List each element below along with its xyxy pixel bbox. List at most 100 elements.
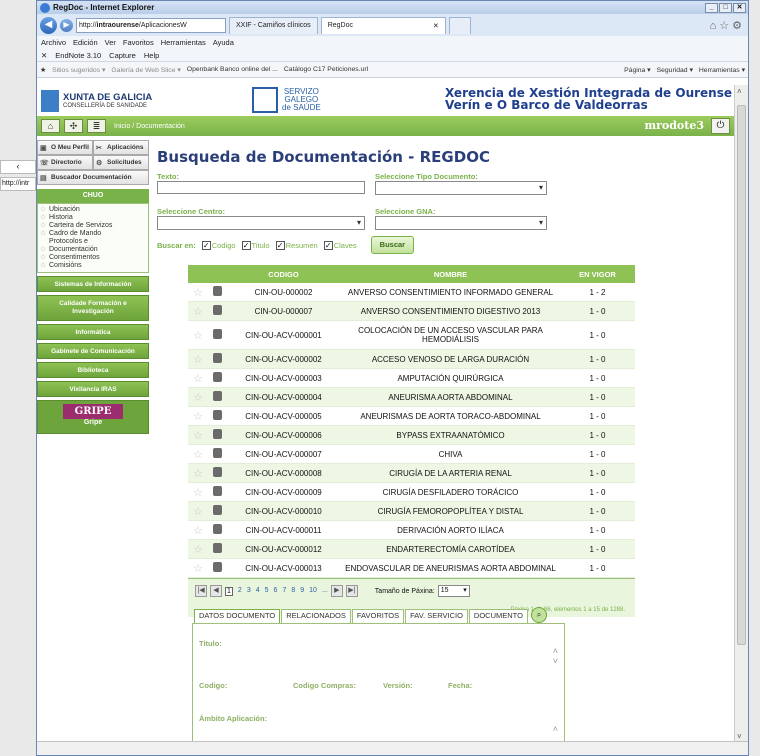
document-icon[interactable]: [208, 505, 226, 517]
document-icon[interactable]: [208, 353, 226, 365]
next-page-button[interactable]: ▶: [330, 585, 343, 597]
tab-favoritos[interactable]: FAVORITOS: [351, 609, 405, 623]
tab-relacionados[interactable]: RELACIONADOS: [281, 609, 351, 623]
gna-select[interactable]: [375, 216, 547, 230]
table-row[interactable]: ☆ CIN-OU-ACV-000002 ACCESO VENOSO DE LARGA…: [188, 350, 635, 369]
col-codigo[interactable]: CODIGO: [226, 270, 341, 279]
tab-caminos[interactable]: XXIF - Camiños clínicos: [229, 16, 318, 34]
gripe-banner[interactable]: GRIPE Gripe: [37, 400, 149, 434]
tab-fav-servicio[interactable]: FAV. SERVICIO: [405, 609, 468, 623]
document-icon[interactable]: [208, 524, 226, 536]
document-icon[interactable]: [208, 329, 226, 341]
chuo-consentimentos[interactable]: Consentimentos: [40, 254, 146, 262]
page-number-link[interactable]: 5: [265, 587, 269, 596]
favorite-star-icon[interactable]: ☆: [188, 543, 208, 556]
sidebar-solicitudes[interactable]: ⚙ Solicitudes: [93, 155, 149, 170]
sidebar-meu-perfil[interactable]: ▣ O Meu Perfil: [37, 140, 93, 155]
page-number-link[interactable]: 4: [256, 587, 260, 596]
document-icon[interactable]: [208, 543, 226, 555]
close-button[interactable]: ✕: [733, 2, 746, 13]
favorite-star-icon[interactable]: ☆: [188, 486, 208, 499]
page-number-link[interactable]: 9: [300, 587, 304, 596]
page-scrollbar[interactable]: ˄ ˅: [734, 85, 748, 743]
document-icon[interactable]: [208, 562, 226, 574]
document-icon[interactable]: [208, 448, 226, 460]
tab-datos-documento[interactable]: DATOS DOCUMENTO: [194, 609, 281, 623]
fav-sitios[interactable]: Sitios sugeridos ▾: [52, 66, 105, 74]
page-number-link[interactable]: 2: [238, 587, 242, 596]
centro-select[interactable]: [157, 216, 365, 230]
chuo-historia[interactable]: Historia: [40, 214, 146, 222]
tools-menu[interactable]: Herramientas ▾: [699, 66, 745, 74]
fav-catalogo[interactable]: Catálogo C17 Peticiones.url: [284, 66, 368, 73]
address-input[interactable]: http://intraourense/AplicacionesW: [76, 17, 226, 33]
first-page-button[interactable]: |◀: [195, 585, 207, 597]
page-number-link[interactable]: 3: [247, 587, 251, 596]
fav-galeria[interactable]: Galería de Web Slice ▾: [111, 66, 180, 74]
favorite-star-icon[interactable]: ☆: [188, 429, 208, 442]
back-arrow-icon[interactable]: ‹: [0, 160, 36, 174]
security-menu[interactable]: Seguridad ▾: [657, 66, 693, 74]
scroll-down-icon[interactable]: ˅: [737, 732, 742, 741]
favorite-star-icon[interactable]: ☆: [188, 524, 208, 537]
col-en-vigor[interactable]: EN VIGOR: [560, 270, 635, 279]
menu-ver[interactable]: Ver: [105, 38, 116, 47]
new-tab-button[interactable]: [448, 16, 471, 34]
table-row[interactable]: ☆ CIN-OU-000007 ANVERSO CONSENTIMIENTO DIG…: [188, 302, 635, 321]
favorite-star-icon[interactable]: ☆: [188, 448, 208, 461]
endnote-button[interactable]: EndNote 3.10: [55, 51, 101, 60]
scroll-up-icon[interactable]: ˄: [553, 646, 558, 656]
document-icon[interactable]: [208, 391, 226, 403]
chuo-comisions[interactable]: Comisións: [40, 262, 146, 270]
menu-herramientas[interactable]: Herramientas: [161, 38, 206, 47]
chuo-ubicacion[interactable]: Ubicación: [40, 206, 146, 214]
favorite-star-icon[interactable]: ☆: [188, 329, 208, 342]
fav-openbank[interactable]: Openbank Banco online del ...: [187, 66, 278, 73]
table-row[interactable]: ☆ CIN-OU-ACV-000009 CIRUGÍA DESFILADERO TO…: [188, 483, 635, 502]
help-button[interactable]: Help: [144, 51, 159, 60]
search-icon[interactable]: ⌕: [530, 607, 547, 623]
menu-archivo[interactable]: Archivo: [41, 38, 66, 47]
page-number-link[interactable]: 1: [225, 586, 233, 596]
menu-informatica[interactable]: Informática: [37, 324, 149, 340]
scroll-thumb[interactable]: [737, 105, 746, 645]
page-number-link[interactable]: ...: [322, 587, 328, 596]
favorite-star-icon[interactable]: ☆: [188, 467, 208, 480]
menu-gabinete[interactable]: Gabinete de Comunicación: [37, 343, 149, 359]
page-menu[interactable]: Página ▾: [624, 66, 650, 74]
check-resumen[interactable]: ✓ Resumen: [275, 240, 318, 250]
buscar-button[interactable]: Buscar: [370, 236, 415, 254]
table-row[interactable]: ☆ CIN-OU-ACV-000003 AMPUTACIÓN QUIRÚRGICA 1…: [188, 369, 635, 388]
minimize-button[interactable]: _: [705, 2, 718, 13]
page-number-link[interactable]: 7: [282, 587, 286, 596]
check-titulo[interactable]: ✓ Titulo: [241, 240, 270, 250]
prev-page-button[interactable]: ◀: [210, 585, 222, 597]
tipo-documento-select[interactable]: [375, 181, 547, 195]
sitemap-icon[interactable]: ✣: [64, 119, 83, 133]
sidebar-aplicacions[interactable]: ✂ Aplicacións: [93, 140, 149, 155]
favorite-star-icon[interactable]: ☆: [188, 391, 208, 404]
table-row[interactable]: ☆ CIN-OU-ACV-000010 CIRUGÍA FEMOROPOPLÍTEA…: [188, 502, 635, 521]
favorite-star-icon[interactable]: ☆: [188, 410, 208, 423]
document-icon[interactable]: [208, 429, 226, 441]
menu-calidade[interactable]: Calidade Formación e Investigación: [37, 295, 149, 321]
col-nombre[interactable]: NOMBRE: [341, 270, 560, 279]
home-icon[interactable]: ⌂: [41, 119, 60, 133]
home-star-gear-icons[interactable]: ⌂☆⚙: [710, 19, 745, 32]
menu-favoritos[interactable]: Favoritos: [123, 38, 154, 47]
document-icon[interactable]: [208, 372, 226, 384]
list-icon[interactable]: ≣: [87, 119, 106, 133]
chuo-documentacion[interactable]: Documentación: [40, 246, 146, 254]
menu-edicion[interactable]: Edición: [73, 38, 98, 47]
favorite-star-icon[interactable]: ☆: [188, 505, 208, 518]
close-tab-icon[interactable]: ✕: [433, 22, 439, 30]
chuo-cadro[interactable]: Cadro de Mando: [40, 230, 146, 238]
page-number-link[interactable]: 10: [309, 587, 317, 596]
last-page-button[interactable]: ▶|: [345, 585, 358, 597]
table-row[interactable]: ☆ CIN-OU-000002 ANVERSO CONSENTIMIENTO INF…: [188, 283, 635, 302]
table-row[interactable]: ☆ CIN-OU-ACV-000004 ANEURISMA AORTA ABDOMI…: [188, 388, 635, 407]
scroll-up-icon[interactable]: ˄: [737, 87, 742, 96]
table-row[interactable]: ☆ CIN-OU-ACV-000001 COLOCACIÓN DE UN ACCES…: [188, 321, 635, 350]
document-icon[interactable]: [208, 286, 226, 298]
capture-button[interactable]: Capture: [109, 51, 136, 60]
